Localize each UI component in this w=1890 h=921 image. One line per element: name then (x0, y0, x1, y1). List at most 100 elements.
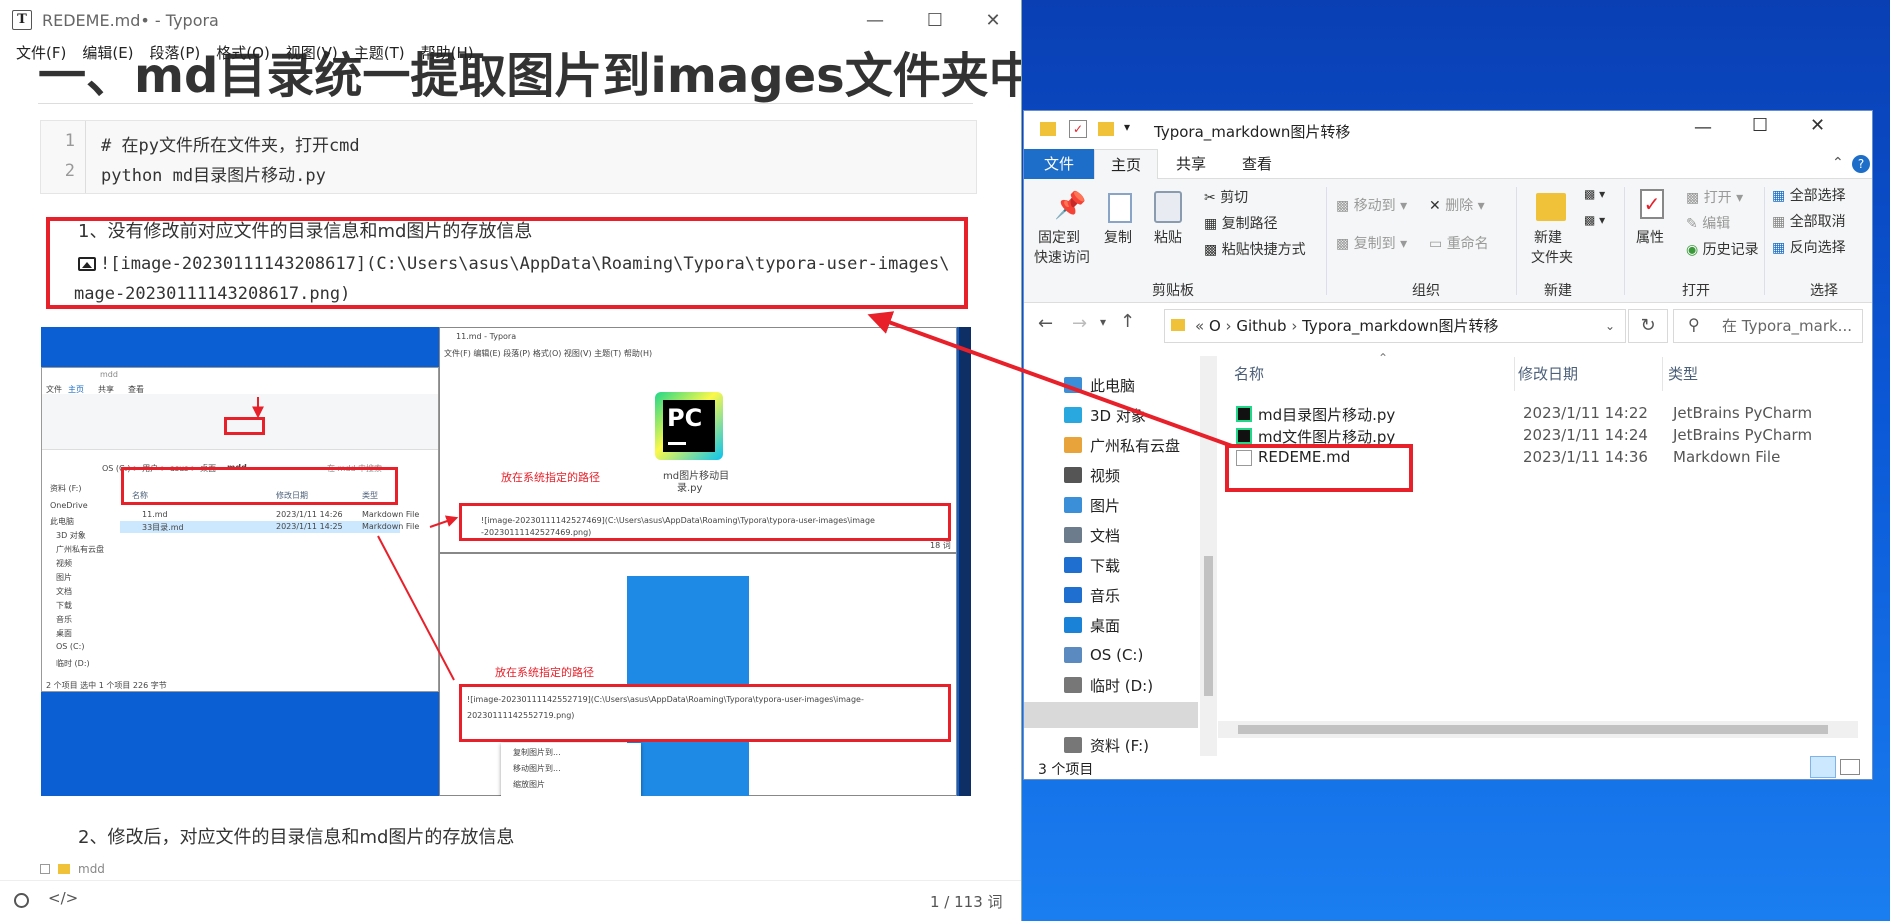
minimize-icon[interactable]: — (846, 0, 904, 40)
editor-content[interactable]: 一、md目录统一提取图片到images文件夹中 1 # 在py文件所在文件夹，打… (0, 40, 1021, 880)
properties-button[interactable]: 属性 (1636, 227, 1664, 247)
embedded-word-count: 18 词 (930, 541, 951, 550)
back-icon[interactable]: ← (1038, 313, 1053, 334)
search-input[interactable]: 在 Typora_mark... (1673, 309, 1863, 343)
paste-icon (1154, 191, 1182, 223)
address-root[interactable]: O (1209, 317, 1221, 335)
paragraph-2: 2、修改后，对应文件的目录信息和md图片的存放信息 (78, 827, 515, 848)
refresh-icon[interactable]: ↻ (1628, 309, 1668, 343)
new-folder-quick-icon[interactable] (1098, 122, 1114, 136)
edit-button[interactable]: ✎ 编辑 (1686, 213, 1730, 233)
easy-access-icon[interactable]: ▩ ▾ (1584, 213, 1605, 227)
new-item-icon[interactable]: ▩ ▾ (1584, 187, 1605, 201)
copy-path-button[interactable]: ▦ 复制路径 (1204, 213, 1278, 233)
up-icon[interactable]: ↑ (1120, 311, 1135, 332)
nav-item[interactable]: 下载 (1064, 552, 1120, 578)
invert-selection-button[interactable]: ▦ 反向选择 (1772, 237, 1846, 257)
minimize-icon[interactable]: — (1694, 117, 1712, 138)
column-name[interactable]: 名称 (1234, 363, 1264, 384)
nav-item[interactable]: 此电脑 (1064, 372, 1135, 398)
nav-scrollbar[interactable] (1200, 356, 1217, 756)
annotation-note: 放在系统指定的路径 (501, 471, 600, 484)
select-all-button[interactable]: ▦ 全部选择 (1772, 185, 1846, 205)
select-none-button[interactable]: ▦ 全部取消 (1772, 211, 1846, 231)
menu-file[interactable]: 文件(F) (8, 40, 74, 66)
image-link-line[interactable]: ![image-20230111143208617](C:\Users\asus… (78, 254, 950, 274)
collapse-ribbon-icon[interactable]: ⌃ (1832, 155, 1844, 171)
menu-edit[interactable]: 编辑(E) (74, 40, 141, 66)
cut-button[interactable]: ✂ 剪切 (1204, 187, 1248, 207)
column-date[interactable]: 修改日期 (1518, 363, 1578, 384)
breadcrumb-github[interactable]: Github (1236, 317, 1286, 335)
explorer-titlebar: ✓ ▾ Typora_markdown图片转移 — ☐ ✕ (1024, 111, 1872, 149)
tab-share[interactable]: 共享 (1160, 149, 1222, 179)
nav-scrollbar-thumb[interactable] (1204, 556, 1213, 696)
close-icon[interactable]: ✕ (964, 0, 1021, 40)
nav-item[interactable]: 音乐 (1064, 582, 1120, 608)
sidebar-toggle-icon[interactable] (14, 893, 29, 908)
move-to-button[interactable]: ▩ 移动到 ▾ (1336, 195, 1407, 215)
pin-quick-access-button[interactable]: 固定到 (1038, 227, 1080, 247)
close-icon[interactable]: ✕ (1810, 115, 1825, 136)
rename-button[interactable]: ▭ 重命名 (1429, 233, 1489, 253)
sort-ascending-icon: ⌃ (1378, 351, 1389, 365)
horizontal-scrollbar[interactable] (1218, 721, 1858, 738)
new-folder-icon (1536, 193, 1566, 221)
pc-icon (1064, 377, 1082, 393)
help-icon[interactable]: ? (1852, 155, 1870, 173)
copy-to-button[interactable]: ▩ 复制到 ▾ (1336, 233, 1407, 253)
invert-selection-icon: ▦ (1772, 240, 1790, 256)
menu-help[interactable]: 帮助(H) (413, 40, 482, 66)
nav-item[interactable]: 临时 (D:) (1064, 672, 1153, 698)
word-count[interactable]: 1 / 113 词 (930, 891, 1003, 912)
paste-button[interactable]: 粘贴 (1154, 227, 1182, 247)
maximize-icon[interactable]: ☐ (906, 0, 964, 40)
nav-item[interactable]: 3D 对象 (1064, 402, 1146, 428)
nav-item[interactable]: 广州私有云盘 (1064, 432, 1180, 458)
nav-item[interactable]: 图片 (1064, 492, 1120, 518)
address-bar[interactable]: « O › Github › Typora_markdown图片转移 ⌄ (1164, 309, 1626, 343)
horizontal-scrollbar-thumb[interactable] (1238, 725, 1828, 734)
nav-item-label: 此电脑 (1090, 376, 1136, 395)
item-count: 3 个项目 (1038, 762, 1094, 778)
nav-item[interactable]: 文档 (1064, 522, 1120, 548)
open-button[interactable]: ▩ 打开 ▾ (1686, 187, 1743, 207)
ribbon-tabs: 文件 主页 共享 查看 ⌃ ? (1024, 149, 1872, 180)
large-icons-view-icon[interactable] (1840, 759, 1860, 775)
nav-item[interactable]: 视频 (1064, 462, 1120, 488)
file-row[interactable]: REDEME.md 2023/1/11 14:36 Markdown File (1218, 445, 1872, 471)
new-folder-label: 文件夹 (1531, 250, 1573, 266)
delete-button[interactable]: ✕ 删除 ▾ (1429, 195, 1485, 215)
menu-theme[interactable]: 主题(T) (346, 40, 413, 66)
menu-view[interactable]: 视图(V) (278, 40, 346, 66)
delete-icon: ✕ (1429, 198, 1446, 214)
nav-item[interactable]: 桌面 (1064, 612, 1120, 638)
next-image-title: mdd (78, 862, 105, 876)
chevron-down-icon[interactable]: ▾ (1124, 120, 1130, 134)
recent-locations-icon[interactable]: ▾ (1100, 315, 1106, 329)
code-block[interactable]: 1 # 在py文件所在文件夹，打开cmd 2 python md目录图片移动.p… (40, 120, 977, 194)
menu-paragraph[interactable]: 段落(P) (142, 40, 209, 66)
paste-shortcut-button[interactable]: ▩ 粘贴快捷方式 (1204, 239, 1306, 259)
history-button[interactable]: ◉ 历史记录 (1686, 239, 1759, 259)
tab-home[interactable]: 主页 (1094, 149, 1159, 180)
tab-file[interactable]: 文件 (1024, 149, 1094, 179)
source-mode-icon[interactable]: </> (48, 889, 78, 907)
copy-button[interactable]: 复制 (1104, 227, 1132, 247)
properties-quick-icon[interactable]: ✓ (1069, 120, 1087, 138)
music-icon (1064, 587, 1082, 603)
tab-view[interactable]: 查看 (1226, 149, 1288, 179)
menu-format[interactable]: 格式(O) (208, 40, 278, 66)
nav-item[interactable]: 资料 (F:) (1064, 732, 1149, 758)
new-folder-button[interactable]: 新建 (1534, 227, 1562, 247)
forward-icon[interactable]: → (1072, 313, 1087, 334)
address-dropdown-icon[interactable]: ⌄ (1605, 310, 1615, 342)
column-type[interactable]: 类型 (1668, 363, 1698, 384)
breadcrumb-current[interactable]: Typora_markdown图片转移 (1302, 317, 1498, 335)
pycharm-icon (1236, 428, 1252, 444)
image-link-line: mage-20230111143208617.png) (74, 284, 351, 304)
details-view-icon[interactable] (1810, 756, 1836, 778)
maximize-icon[interactable]: ☐ (1752, 115, 1768, 136)
picture-icon (1064, 497, 1082, 513)
nav-item[interactable]: OS (C:) (1064, 642, 1143, 668)
